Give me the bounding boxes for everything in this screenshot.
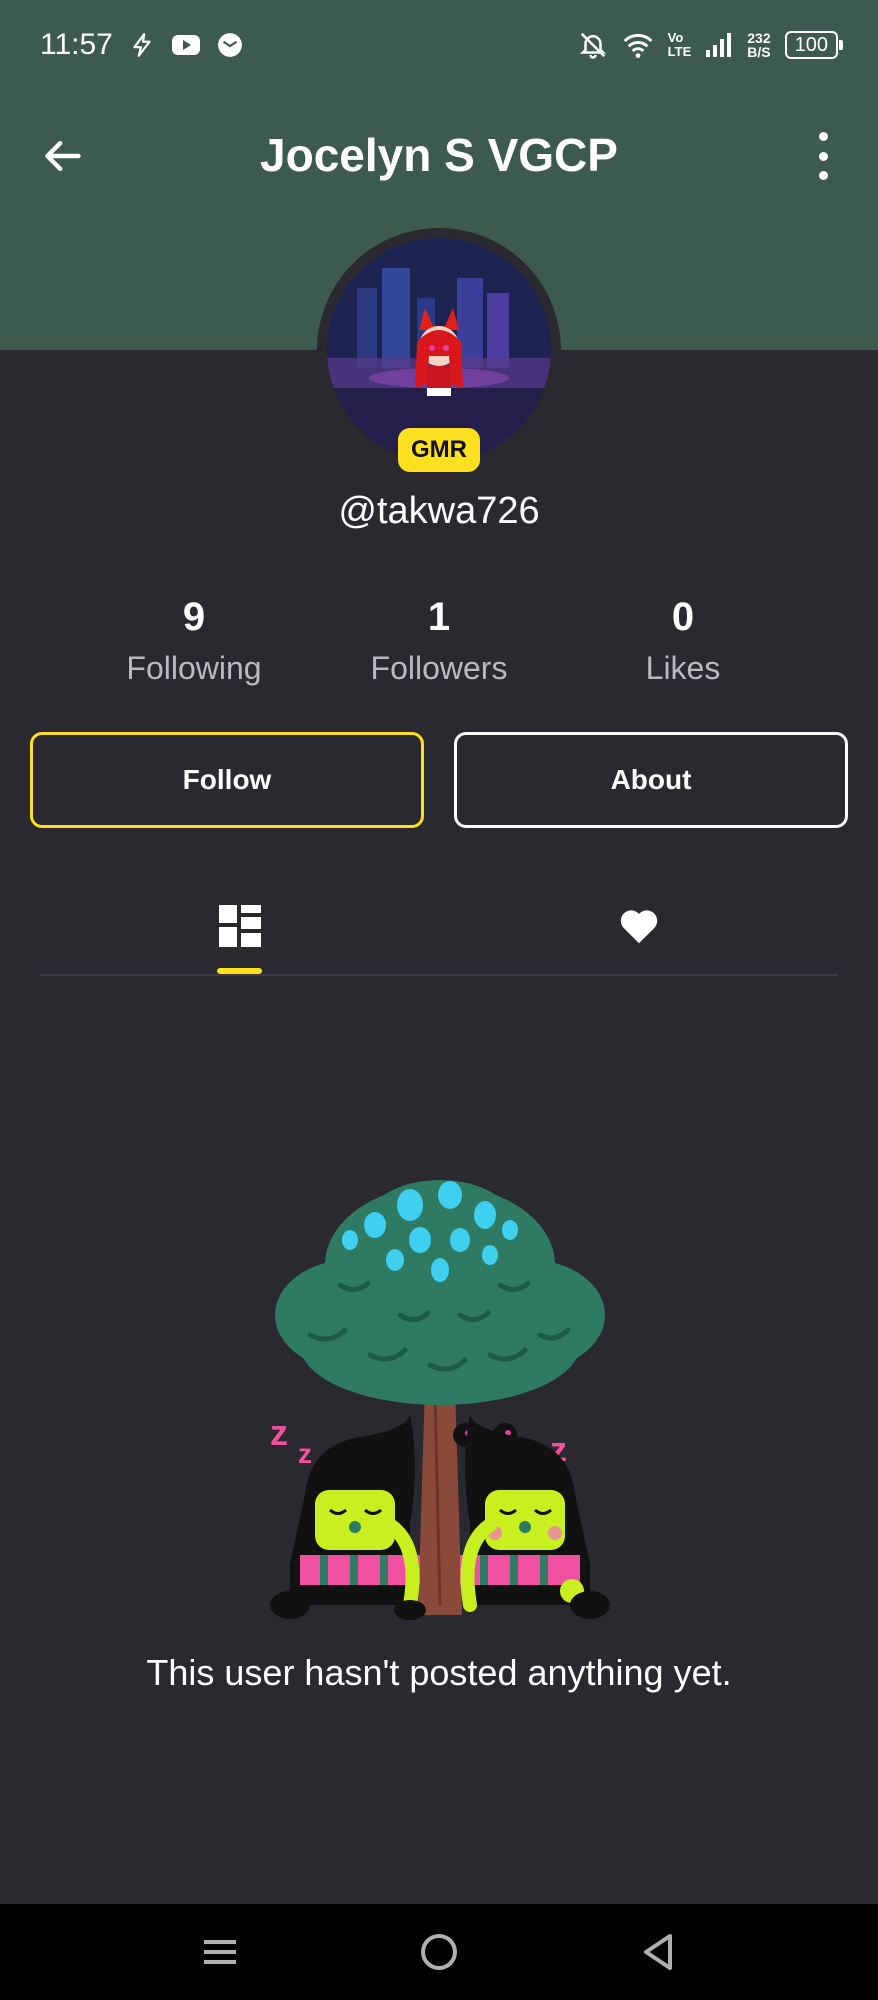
heart-icon [618, 907, 660, 950]
stat-value: 0 [671, 595, 695, 639]
grid-icon [217, 903, 263, 954]
home-circle-icon[interactable] [415, 1928, 463, 1976]
system-nav-bar [0, 1904, 878, 2000]
empty-state-message: This user hasn't posted anything yet. [146, 1652, 732, 1693]
about-button[interactable]: About [454, 732, 848, 828]
profile-tabs [40, 880, 838, 976]
username: @takwa726 [338, 490, 540, 532]
signal-icon [705, 32, 733, 58]
stat-following[interactable]: 9 Following [84, 595, 304, 687]
status-badge: GMR [398, 428, 480, 472]
stat-followers[interactable]: 1 Followers [329, 595, 549, 687]
stat-label: Likes [645, 650, 721, 686]
status-time: 11:57 [40, 28, 113, 61]
svg-text:z: z [270, 1412, 288, 1453]
stat-value: 1 [427, 595, 451, 639]
stat-likes[interactable]: 0 Likes [573, 595, 793, 687]
youtube-icon [171, 34, 201, 56]
empty-state-illustration: z z z [250, 1165, 630, 1625]
svg-text:z: z [298, 1438, 312, 1469]
back-triangle-icon[interactable] [634, 1928, 682, 1976]
wifi-icon [622, 31, 654, 59]
mail-icon [217, 32, 243, 58]
tab-likes[interactable] [439, 880, 838, 976]
recents-menu-icon[interactable] [196, 1928, 244, 1976]
stat-value: 9 [182, 595, 206, 639]
active-tab-indicator [217, 968, 262, 974]
stat-label: Followers [370, 650, 508, 686]
flash-icon [129, 32, 155, 58]
status-bar: 11:57 Vo LTE 232 B/S 100 [0, 0, 878, 90]
net-speed: 232 B/S [747, 30, 771, 60]
stat-label: Following [126, 650, 262, 686]
tab-posts[interactable] [40, 880, 439, 976]
follow-button[interactable]: Follow [30, 732, 424, 828]
mute-bell-icon [578, 30, 608, 60]
volte-indicator: Vo LTE [667, 30, 692, 59]
more-options-icon[interactable] [808, 132, 838, 180]
battery-indicator: 100 [784, 31, 844, 59]
page-title: Jocelyn S VGCP [260, 129, 618, 181]
title-bar: Jocelyn S VGCP [0, 110, 878, 200]
